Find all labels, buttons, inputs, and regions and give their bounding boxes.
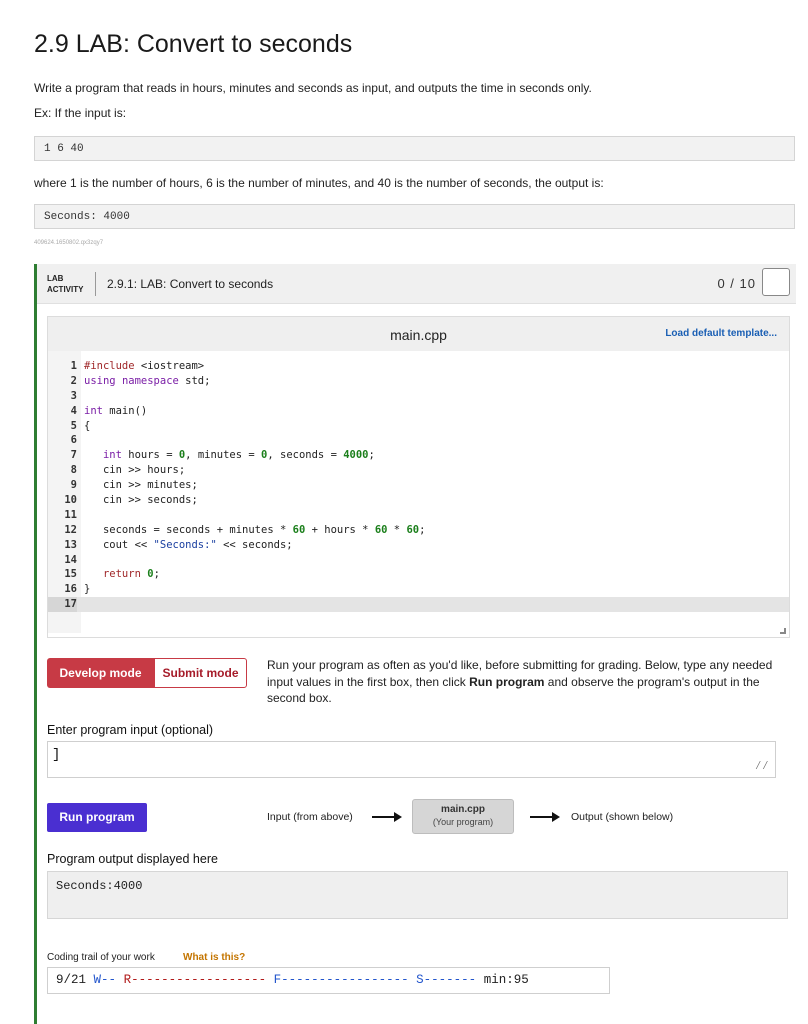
submit-mode-button[interactable]: Submit mode: [154, 658, 247, 688]
code-text: using namespace std;: [84, 374, 211, 387]
line-number: 17: [48, 597, 77, 613]
example-explanation: where 1 is the number of hours, 6 is the…: [34, 176, 604, 190]
input-resize-handle[interactable]: ⁄⁄: [755, 759, 769, 773]
coding-trail-box: 9/21 W-- R------------------ F----------…: [47, 967, 610, 994]
flow-program-box: main.cpp (Your program): [412, 799, 514, 834]
line-number: 8: [70, 464, 77, 477]
code-line[interactable]: 1 #include <iostream>: [48, 359, 789, 374]
code-text: {: [84, 419, 91, 432]
lab-header: LAB ACTIVITY 2.9.1: LAB: Convert to seco…: [37, 264, 796, 304]
code-text: int main(): [84, 404, 148, 417]
code-editor[interactable]: main.cpp Load default template... 1 #incl…: [47, 316, 790, 638]
trail-date: 9/21: [56, 973, 87, 987]
flow-output-label: Output (shown below): [571, 811, 674, 823]
line-number: 10: [64, 494, 77, 507]
program-input-label: Enter program input (optional): [47, 723, 214, 737]
coding-trail-label: Coding trail of your work: [47, 952, 155, 963]
line-number: 9: [70, 479, 77, 492]
flow-arrow-icon: [372, 812, 402, 822]
code-line[interactable]: 16}: [48, 582, 789, 597]
code-line[interactable]: 15 return 0;: [48, 567, 789, 582]
code-area[interactable]: 1 #include <iostream> 2 using namespace std…: [48, 359, 789, 613]
flow-arrow-icon: [530, 812, 560, 822]
run-instructions: Run your program as often as you'd like,…: [267, 657, 787, 707]
load-default-template-link[interactable]: Load default template...: [665, 328, 777, 339]
code-line[interactable]: 8 cin >> hours;: [48, 463, 789, 478]
lab-badge: LAB ACTIVITY: [47, 273, 83, 295]
code-line[interactable]: 12 seconds = seconds + minutes * 60 + ho…: [48, 523, 789, 538]
run-program-button[interactable]: Run program: [47, 803, 147, 832]
program-input-field[interactable]: ] ⁄⁄: [47, 741, 776, 778]
code-text: cout << "Seconds:" << seconds;: [84, 538, 293, 551]
lab-header-divider: [95, 272, 96, 296]
trail-s: S-------: [416, 973, 477, 987]
editor-header: main.cpp Load default template...: [48, 317, 789, 351]
code-text: }: [84, 583, 91, 596]
code-line[interactable]: 5{: [48, 419, 789, 434]
example-input-box: 1 6 40: [34, 136, 795, 161]
line-number: 2: [70, 374, 77, 387]
program-output-label: Program output displayed here: [47, 852, 218, 866]
tracking-id: 409624.1650802.qx3zqy7: [34, 240, 104, 246]
develop-mode-button[interactable]: Develop mode: [47, 658, 154, 688]
lab-score: 0 / 10: [717, 276, 756, 291]
code-text: seconds = seconds + minutes * 60 + hours…: [84, 523, 426, 536]
line-number: 1: [70, 360, 77, 372]
lab-badge-line2: ACTIVITY: [47, 285, 84, 294]
program-output-box: Seconds:4000: [47, 871, 788, 919]
line-number: 12: [64, 523, 77, 536]
line-number: 3: [70, 389, 77, 402]
lab-badge-line1: LAB: [47, 274, 64, 283]
code-line[interactable]: 17: [48, 597, 789, 613]
trail-r: R------------------: [123, 973, 267, 987]
trail-min: min:95: [483, 973, 529, 987]
flow-program-file: main.cpp: [441, 804, 485, 815]
completion-checkbox: [762, 268, 790, 296]
code-line[interactable]: 10 cin >> seconds;: [48, 493, 789, 508]
code-text: cin >> minutes;: [84, 479, 198, 492]
mode-toggle: Develop mode Submit mode: [47, 658, 247, 688]
line-number: 13: [64, 538, 77, 551]
text-cursor: ]: [52, 747, 61, 763]
example-intro: Ex: If the input is:: [34, 106, 127, 120]
line-number: 15: [64, 568, 77, 581]
code-text: cin >> hours;: [84, 464, 186, 477]
code-line[interactable]: 7 int hours = 0, minutes = 0, seconds = …: [48, 448, 789, 463]
line-number: 16: [64, 583, 77, 596]
line-number: 5: [70, 419, 77, 432]
what-is-this-link[interactable]: What is this?: [183, 952, 245, 963]
example-output-box: Seconds: 4000: [34, 204, 795, 229]
code-text: return 0;: [102, 568, 160, 581]
line-number: 14: [64, 553, 77, 566]
editor-resize-handle[interactable]: [780, 628, 786, 634]
code-line[interactable]: 3: [48, 389, 789, 404]
problem-description: Write a program that reads in hours, min…: [34, 81, 592, 95]
code-line[interactable]: 2 using namespace std;: [48, 374, 789, 389]
code-line[interactable]: 11: [48, 508, 789, 523]
line-number: 7: [70, 449, 77, 462]
flow-input-label: Input (from above): [267, 811, 353, 823]
page-title: 2.9 LAB: Convert to seconds: [34, 30, 353, 58]
line-number: 11: [64, 508, 77, 521]
lab-activity: LAB ACTIVITY 2.9.1: LAB: Convert to seco…: [34, 264, 796, 1024]
trail-f: F-----------------: [273, 973, 409, 987]
flow-program-sub: (Your program): [432, 817, 494, 827]
run-instructions-bold: Run program: [469, 674, 545, 689]
lab-title: 2.9.1: LAB: Convert to seconds: [107, 277, 274, 291]
line-number: 6: [70, 434, 77, 447]
code-text: cin >> seconds;: [84, 494, 198, 507]
code-text: int hours = 0, minutes = 0, seconds = 40…: [102, 449, 375, 462]
code-line[interactable]: 9 cin >> minutes;: [48, 478, 789, 493]
trail-w: W--: [93, 973, 117, 987]
line-number: 4: [70, 404, 77, 417]
code-line[interactable]: 14: [48, 553, 789, 568]
code-line[interactable]: 13 cout << "Seconds:" << seconds;: [48, 538, 789, 553]
code-line[interactable]: 6: [48, 433, 789, 448]
code-text: #include <iostream>: [84, 360, 205, 372]
code-line[interactable]: 4 int main(): [48, 404, 789, 419]
